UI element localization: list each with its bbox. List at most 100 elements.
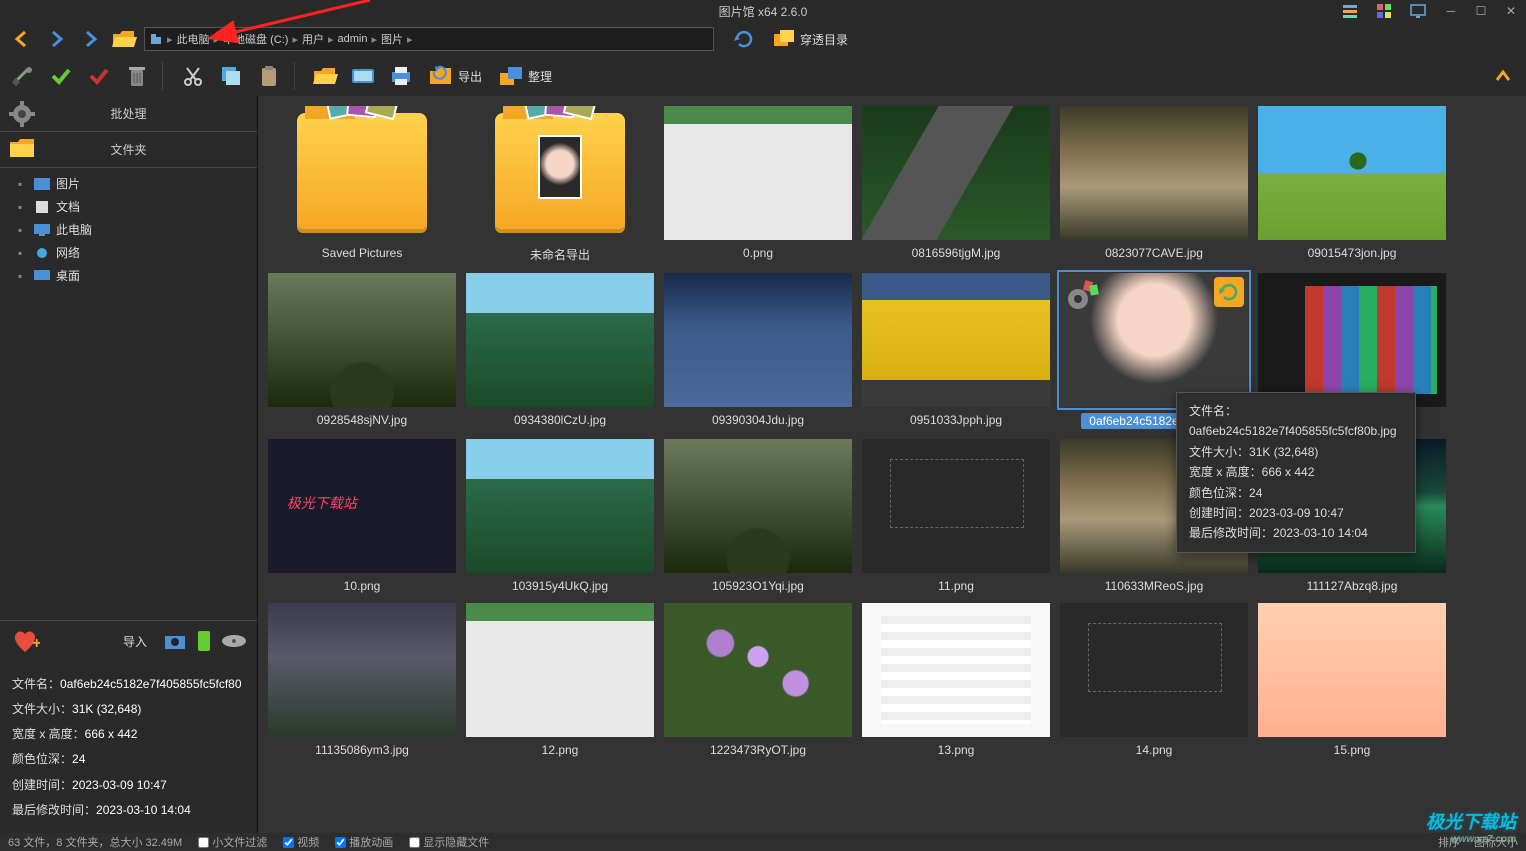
thumbnail-item[interactable]: 0934380lCzU.jpg <box>466 273 654 429</box>
thumbnail-item[interactable]: 15.png <box>1258 603 1446 757</box>
thumbnail-item[interactable]: 11135086ym3.jpg <box>268 603 456 757</box>
close-button[interactable]: ✕ <box>1496 0 1526 22</box>
expand-icon[interactable]: ▪ <box>18 200 28 214</box>
thumbnail-image[interactable] <box>1060 106 1248 240</box>
thumbnail-item[interactable]: 12.png <box>466 603 654 757</box>
thumbnail-item[interactable]: 0.png <box>664 106 852 263</box>
thumbnail-item[interactable]: 103915y4UkQ.jpg <box>466 439 654 593</box>
thumbnail-image[interactable] <box>1060 273 1248 407</box>
tree-item-desktop[interactable]: ▪桌面 <box>0 264 257 287</box>
breadcrumb-item[interactable]: 图片 <box>381 31 403 47</box>
gear-overlay-icon[interactable] <box>1064 277 1100 313</box>
thumbnail-image[interactable] <box>664 603 852 737</box>
thumbnail-image[interactable] <box>664 273 852 407</box>
thumbnail-image[interactable] <box>1258 106 1446 240</box>
folder-open-icon[interactable] <box>110 25 138 53</box>
back-button[interactable] <box>8 25 36 53</box>
thumbnail-image[interactable] <box>1258 603 1446 737</box>
thumbnail-item[interactable]: 0928548sjNV.jpg <box>268 273 456 429</box>
thumbnail-item[interactable]: 09015473jon.jpg <box>1258 106 1446 263</box>
expand-icon[interactable]: ▪ <box>18 223 28 237</box>
thumbnail-image[interactable] <box>268 603 456 737</box>
thumbnail-image[interactable] <box>268 106 456 240</box>
expand-icon[interactable]: ▪ <box>18 269 28 283</box>
select-button[interactable] <box>46 61 76 91</box>
rotate-overlay-icon[interactable] <box>1214 277 1244 307</box>
import-disk-icon[interactable] <box>221 633 247 649</box>
thumbnail-image[interactable] <box>664 106 852 240</box>
deselect-button[interactable] <box>84 61 114 91</box>
settings-button[interactable] <box>8 61 38 91</box>
breadcrumb-item[interactable]: 用户 <box>302 31 324 47</box>
thumbnail-image[interactable] <box>862 106 1050 240</box>
import-phone-icon[interactable] <box>195 630 213 652</box>
thumbnail-image[interactable] <box>862 439 1050 573</box>
open-folder-button[interactable] <box>310 61 340 91</box>
thumbnail-item[interactable]: 0823077CAVE.jpg <box>1060 106 1248 263</box>
maximize-button[interactable]: ☐ <box>1466 0 1496 22</box>
forward2-button[interactable] <box>76 25 104 53</box>
thumbnail-image[interactable] <box>862 603 1050 737</box>
thumbnail-item[interactable]: 0951033Jpph.jpg <box>862 273 1050 429</box>
thumbnail-image[interactable] <box>466 273 654 407</box>
view-grid-icon[interactable] <box>1376 3 1392 19</box>
thumbnail-image[interactable] <box>466 106 654 240</box>
view-monitor-icon[interactable] <box>1410 3 1426 19</box>
refresh-button[interactable] <box>730 25 758 53</box>
thumbnail-item[interactable]: 13.png <box>862 603 1050 757</box>
print-button[interactable] <box>386 61 416 91</box>
thumbnail-item[interactable]: 1223473RyOT.jpg <box>664 603 852 757</box>
breadcrumb-item[interactable]: 本地磁盘 (C:) <box>223 31 288 47</box>
view-list-icon[interactable] <box>1342 3 1358 19</box>
favorite-add-icon[interactable]: + <box>10 628 40 654</box>
desktop-small-icon <box>34 270 50 282</box>
collapse-arrow-icon[interactable] <box>1488 61 1518 91</box>
tab-batch[interactable]: 批处理 <box>0 96 257 132</box>
expand-icon[interactable]: ▪ <box>18 246 28 260</box>
chk-smallfile-filter[interactable]: 小文件过滤 <box>198 834 267 850</box>
chk-play-anim[interactable]: 播放动画 <box>335 834 393 850</box>
breadcrumb-item[interactable]: admin <box>338 33 368 45</box>
thumbnail-item[interactable]: 11.png <box>862 439 1050 593</box>
slideshow-button[interactable] <box>348 61 378 91</box>
expand-icon[interactable]: ▪ <box>18 177 28 191</box>
thumbnail-item[interactable]: 105923O1Yqi.jpg <box>664 439 852 593</box>
tab-folder[interactable]: 文件夹 <box>0 132 257 168</box>
thumbnail-image[interactable] <box>1060 603 1248 737</box>
tree-item-documents[interactable]: ▪文档 <box>0 195 257 218</box>
thumbnail-item[interactable]: 09390304Jdu.jpg <box>664 273 852 429</box>
paste-button[interactable] <box>254 61 284 91</box>
thumbnail-image[interactable] <box>268 273 456 407</box>
thumbnail-image[interactable] <box>466 603 654 737</box>
thumbnail-image[interactable] <box>862 273 1050 407</box>
status-sort-label[interactable]: 排序 <box>1438 834 1460 850</box>
breadcrumb-item[interactable]: 此电脑 <box>177 31 210 47</box>
thumbnail-grid[interactable]: Saved Pictures未命名导出0.png0816596tjgM.jpg0… <box>258 96 1526 833</box>
cut-button[interactable] <box>178 61 208 91</box>
thumbnail-item[interactable]: Saved Pictures <box>268 106 456 263</box>
delete-button[interactable] <box>122 61 152 91</box>
thumbnail-image[interactable] <box>466 439 654 573</box>
minimize-button[interactable]: ─ <box>1436 0 1466 22</box>
import-camera-icon[interactable] <box>163 631 187 651</box>
thumbnail-image[interactable] <box>664 439 852 573</box>
export-button[interactable]: 导出 <box>424 61 486 91</box>
thumbnail-image[interactable] <box>1258 273 1446 407</box>
organize-button[interactable]: 整理 <box>494 61 556 91</box>
tree-item-network[interactable]: ▪网络 <box>0 241 257 264</box>
tree-item-pictures[interactable]: ▪图片 <box>0 172 257 195</box>
thumbnail-item[interactable]: 未命名导出 <box>466 106 654 263</box>
breadcrumb-root-icon[interactable] <box>149 32 163 46</box>
tree-item-thispc[interactable]: ▪此电脑 <box>0 218 257 241</box>
status-iconsize-label[interactable]: 图标大小 <box>1474 834 1518 850</box>
thumbnail-item[interactable]: 0816596tjgM.jpg <box>862 106 1050 263</box>
chk-video[interactable]: 视频 <box>283 834 319 850</box>
chk-show-hidden[interactable]: 显示隐藏文件 <box>409 834 489 850</box>
forward-button[interactable] <box>42 25 70 53</box>
breadcrumb-bar[interactable]: ▸ 此电脑▸ 本地磁盘 (C:)▸ 用户▸ admin▸ 图片▸ <box>144 27 714 51</box>
copy-button[interactable] <box>216 61 246 91</box>
thumbnail-item[interactable]: 10.png <box>268 439 456 593</box>
penetrate-dir-button[interactable]: 穿透目录 <box>768 24 852 54</box>
thumbnail-image[interactable] <box>268 439 456 573</box>
thumbnail-item[interactable]: 14.png <box>1060 603 1248 757</box>
